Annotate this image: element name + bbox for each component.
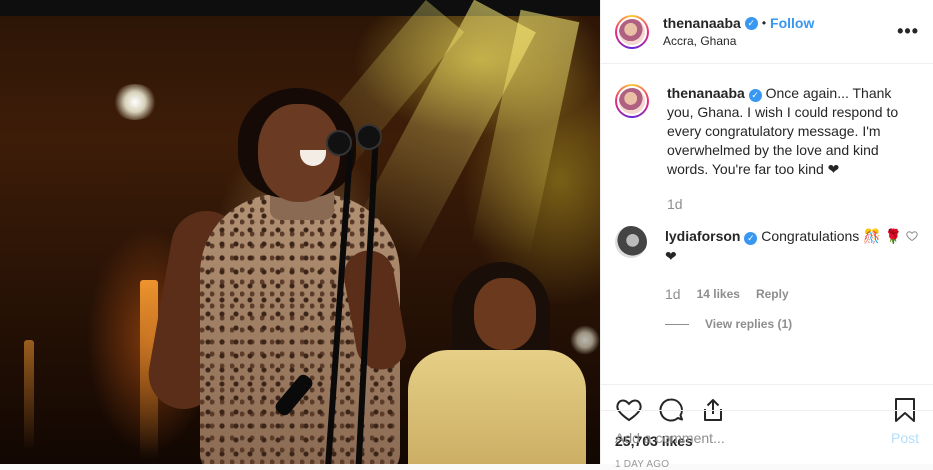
comment-composer: Post <box>601 410 933 464</box>
comment-item: lydiaforson ✓ Congratulations 🎊 🌹❤ 1d 14… <box>615 226 919 334</box>
stage-spotlight <box>112 84 158 120</box>
caption-age[interactable]: 1d <box>667 195 919 214</box>
comment-like-heart-icon[interactable] <box>905 230 919 334</box>
speaker-face <box>258 104 340 202</box>
verified-badge-icon: ✓ <box>744 232 758 245</box>
author-username[interactable]: thenanaaba <box>663 15 741 31</box>
photo-top-strip <box>0 0 600 16</box>
comment-meta: 1d 14 likes Reply <box>665 284 905 304</box>
caption: thenanaaba ✓ Once again... Thank you, Gh… <box>615 84 919 214</box>
post-location[interactable]: Accra, Ghana <box>663 34 897 48</box>
stage-floor-light <box>24 340 34 450</box>
stage-spotlight <box>570 325 600 355</box>
comments-section: thenanaaba ✓ Once again... Thank you, Gh… <box>601 64 933 384</box>
caption-author-avatar[interactable] <box>615 84 649 118</box>
post-side-panel: thenanaaba ✓ • Follow Accra, Ghana ••• t… <box>600 0 933 470</box>
microphone <box>356 124 382 150</box>
view-replies-button[interactable]: View replies (1) <box>665 314 905 334</box>
author-avatar[interactable] <box>615 14 649 49</box>
verified-badge-icon: ✓ <box>744 16 758 30</box>
caption-username[interactable]: thenanaaba <box>667 85 745 101</box>
replies-divider <box>665 323 689 325</box>
commenter-username[interactable]: lydiaforson <box>665 228 740 244</box>
more-options-icon[interactable]: ••• <box>897 21 919 42</box>
background-person-dress <box>408 350 586 464</box>
instagram-post: thenanaaba ✓ • Follow Accra, Ghana ••• t… <box>0 0 933 470</box>
view-replies-label: View replies (1) <box>705 317 793 331</box>
separator-dot: • <box>761 16 767 30</box>
comment-age[interactable]: 1d <box>665 284 681 304</box>
background-person-face <box>474 278 536 350</box>
microphone <box>326 130 352 156</box>
post-header: thenanaaba ✓ • Follow Accra, Ghana ••• <box>601 0 933 64</box>
comment-input[interactable] <box>615 429 891 446</box>
reply-button[interactable]: Reply <box>756 284 789 304</box>
commenter-avatar[interactable] <box>615 226 647 258</box>
author-info: thenanaaba ✓ • Follow Accra, Ghana <box>663 15 897 48</box>
follow-button[interactable]: Follow <box>770 15 814 31</box>
post-comment-button[interactable]: Post <box>891 430 919 446</box>
verified-badge-icon: ✓ <box>748 89 762 102</box>
post-photo[interactable] <box>0 0 600 464</box>
comment-likes[interactable]: 14 likes <box>697 284 740 304</box>
